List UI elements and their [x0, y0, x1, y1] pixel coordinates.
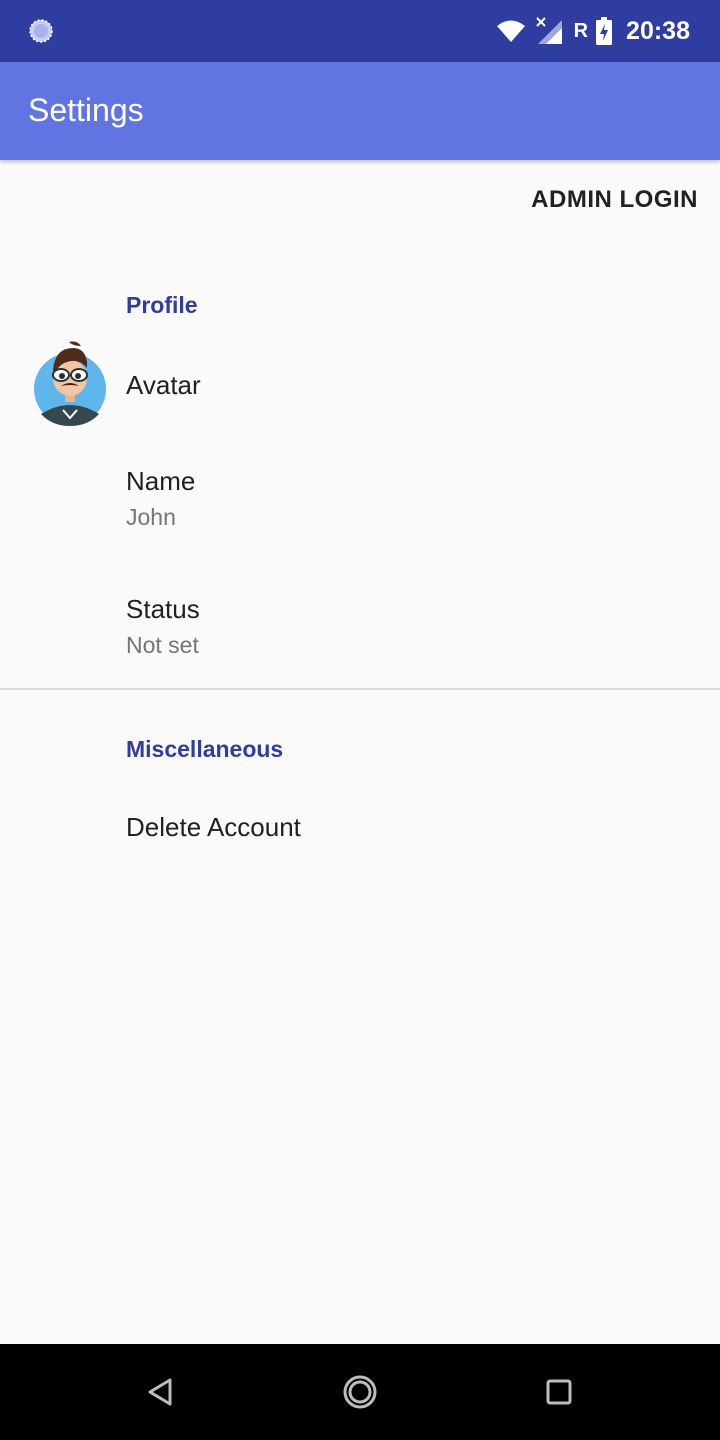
home-circle-icon[interactable] [340, 1372, 380, 1412]
status-label: Status [126, 594, 200, 624]
status-icons: R 20:38 [496, 0, 690, 62]
status-value: Not set [126, 632, 199, 658]
delete-account-preference[interactable]: Delete Account [0, 784, 720, 874]
avatar-icon [33, 340, 107, 426]
battery-charging-icon [596, 17, 613, 45]
status-bar: R 20:38 [0, 0, 720, 62]
name-preference[interactable]: Name John [0, 448, 720, 560]
signal-no-data-icon [534, 16, 564, 46]
status-preference[interactable]: Status Not set [0, 576, 720, 688]
section-header-profile: Profile [126, 292, 198, 318]
avatar-preference[interactable]: Avatar [0, 336, 720, 432]
network-type-label: R [573, 19, 589, 42]
name-label: Name [126, 466, 196, 496]
admin-login-button[interactable]: ADMIN LOGIN [531, 186, 698, 214]
avatar-label: Avatar [126, 370, 201, 400]
page-title: Settings [28, 92, 144, 128]
navigation-bar [0, 1344, 720, 1440]
loading-circle-icon [28, 18, 54, 44]
app-bar: Settings [0, 62, 720, 160]
recents-square-icon[interactable] [539, 1372, 579, 1412]
name-value: John [126, 504, 176, 530]
section-divider [0, 688, 720, 690]
section-header-miscellaneous: Miscellaneous [126, 736, 284, 762]
clock: 20:38 [626, 16, 690, 45]
delete-account-label: Delete Account [126, 812, 301, 842]
back-triangle-icon[interactable] [140, 1372, 180, 1412]
wifi-icon [496, 19, 526, 43]
